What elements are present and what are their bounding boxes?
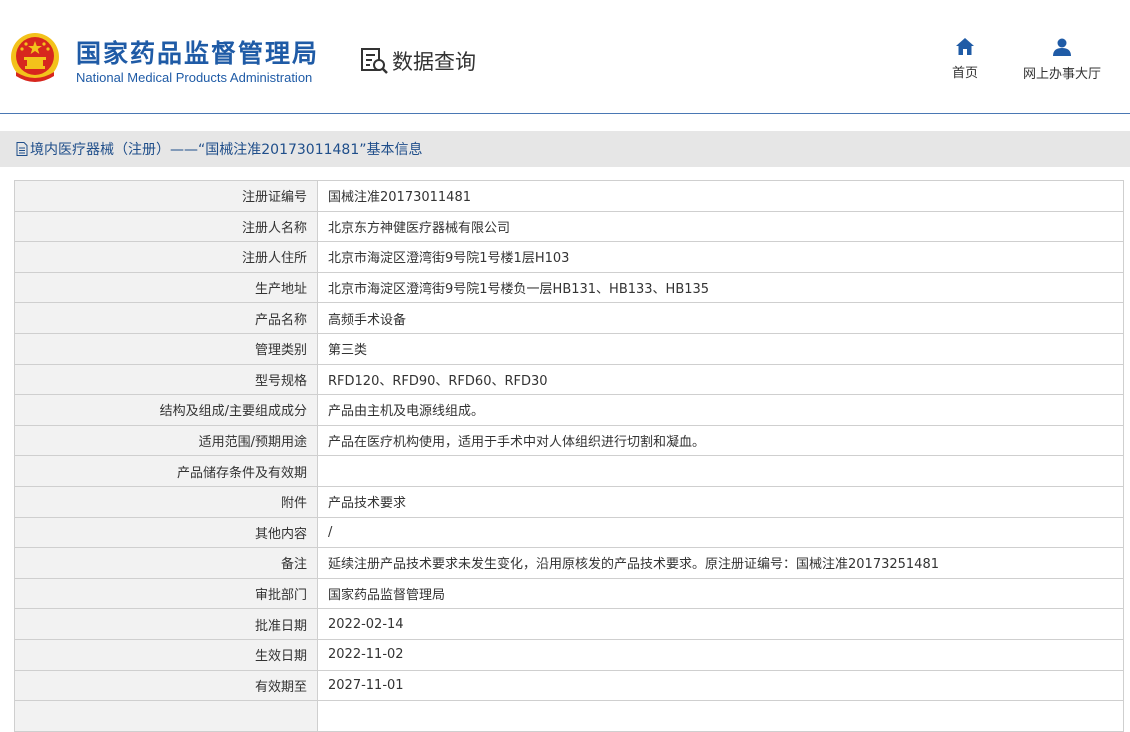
org-name-cn: 国家药品监督管理局 — [76, 39, 320, 68]
field-label: 产品储存条件及有效期 — [14, 455, 318, 487]
field-label: 型号规格 — [14, 363, 318, 396]
field-value: 高频手术设备 — [317, 302, 1124, 334]
field-value: 产品由主机及电源线组成。 — [317, 394, 1124, 426]
field-label: 有效期至 — [14, 669, 318, 702]
field-label: 其他内容 — [14, 516, 318, 549]
field-label: 注册证编号 — [14, 180, 318, 212]
field-value: 2022-02-14 — [317, 608, 1124, 640]
field-label — [14, 700, 318, 732]
field-value: 第三类 — [317, 332, 1124, 365]
table-row: 产品名称 高频手术设备 — [14, 302, 1124, 334]
nav-online-hall[interactable]: 网上办事大厅 — [1012, 38, 1112, 82]
field-label: 管理类别 — [14, 332, 318, 365]
table-row: 审批部门 国家药品监督管理局 — [14, 577, 1124, 610]
field-label: 产品名称 — [14, 302, 318, 334]
user-icon — [1053, 38, 1071, 56]
page-title-bar: 境内医疗器械（注册）——“国械注准20173011481”基本信息 — [0, 131, 1130, 167]
table-row: 产品储存条件及有效期 — [14, 455, 1124, 487]
table-row: 附件 产品技术要求 — [14, 485, 1124, 518]
nav-online-hall-label: 网上办事大厅 — [1022, 67, 1101, 82]
field-value: 北京市海淀区澄湾街9号院1号楼1层H103 — [317, 241, 1124, 273]
org-name-en: National Medical Products Administration — [76, 70, 313, 85]
field-value: 产品在医疗机构使用，适用于手术中对人体组织进行切割和凝血。 — [317, 424, 1124, 457]
field-label: 备注 — [14, 547, 318, 579]
field-label: 适用范围/预期用途 — [14, 424, 318, 457]
field-value: 北京东方神健医疗器械有限公司 — [317, 210, 1124, 243]
page-title: 境内医疗器械（注册）——“国械注准20173011481”基本信息 — [30, 142, 423, 158]
table-row: 注册证编号 国械注准20173011481 — [14, 180, 1124, 212]
field-label: 审批部门 — [14, 577, 318, 610]
field-value[interactable]: 产品技术要求 — [317, 485, 1124, 518]
field-value: RFD120、RFD90、RFD60、RFD30 — [317, 363, 1124, 396]
nav-home-label: 首页 — [951, 66, 978, 81]
section-title: 数据查询 — [392, 50, 476, 74]
field-value: 2022-11-02 — [317, 638, 1124, 671]
field-label: 注册人住所 — [14, 241, 318, 273]
table-row: 其他内容 / — [14, 516, 1124, 549]
table-row: 生产地址 北京市海淀区澄湾街9号院1号楼负一层HB131、HB133、HB135 — [14, 271, 1124, 304]
table-row: 注册人名称 北京东方神健医疗器械有限公司 — [14, 210, 1124, 243]
field-label: 附件 — [14, 485, 318, 518]
data-query-icon — [361, 48, 388, 74]
field-label: 注册人名称 — [14, 210, 318, 243]
home-icon — [956, 38, 974, 55]
table-row: 备注 延续注册产品技术要求未发生变化，沿用原核发的产品技术要求。原注册证编号：国械… — [14, 547, 1124, 579]
nav-home[interactable]: 首页 — [945, 38, 985, 81]
table-row: 注册人住所 北京市海淀区澄湾街9号院1号楼1层H103 — [14, 241, 1124, 273]
table-row: 结构及组成/主要组成成分 产品由主机及电源线组成。 — [14, 394, 1124, 426]
detail-table: 注册证编号 国械注准20173011481 注册人名称 北京东方神健医疗器械有限公司注… — [14, 180, 1124, 732]
field-value: 国家药品监督管理局 — [317, 577, 1124, 610]
field-label: 结构及组成/主要组成成分 — [14, 394, 318, 426]
data-query-section: 数据查询 — [360, 46, 476, 76]
field-value: 北京市海淀区澄湾街9号院1号楼负一层HB131、HB133、HB135 — [317, 271, 1124, 304]
field-label: 生产地址 — [14, 271, 318, 304]
table-row: 管理类别 第三类 — [14, 332, 1124, 365]
field-value — [317, 700, 1124, 732]
field-value: 国械注准20173011481 — [317, 180, 1124, 212]
field-value: / — [317, 516, 1124, 549]
table-row — [14, 700, 1124, 732]
field-label: 生效日期 — [14, 638, 318, 671]
field-value: 延续注册产品技术要求未发生变化，沿用原核发的产品技术要求。原注册证编号：国械注准… — [317, 547, 1124, 579]
field-value: 2027-11-01 — [317, 669, 1124, 702]
table-row: 适用范围/预期用途 产品在医疗机构使用，适用于手术中对人体组织进行切割和凝血。 — [14, 424, 1124, 457]
national-emblem-icon — [11, 33, 59, 82]
table-row: 有效期至 2027-11-01 — [14, 669, 1124, 702]
document-icon — [16, 142, 28, 156]
table-row: 型号规格 RFD120、RFD90、RFD60、RFD30 — [14, 363, 1124, 396]
field-value — [317, 455, 1124, 487]
site-header: 国家药品监督管理局 National Medical Products Admi… — [0, 0, 1130, 114]
table-row: 生效日期 2022-11-02 — [14, 638, 1124, 671]
field-label: 批准日期 — [14, 608, 318, 640]
table-row: 批准日期 2022-02-14 — [14, 608, 1124, 640]
